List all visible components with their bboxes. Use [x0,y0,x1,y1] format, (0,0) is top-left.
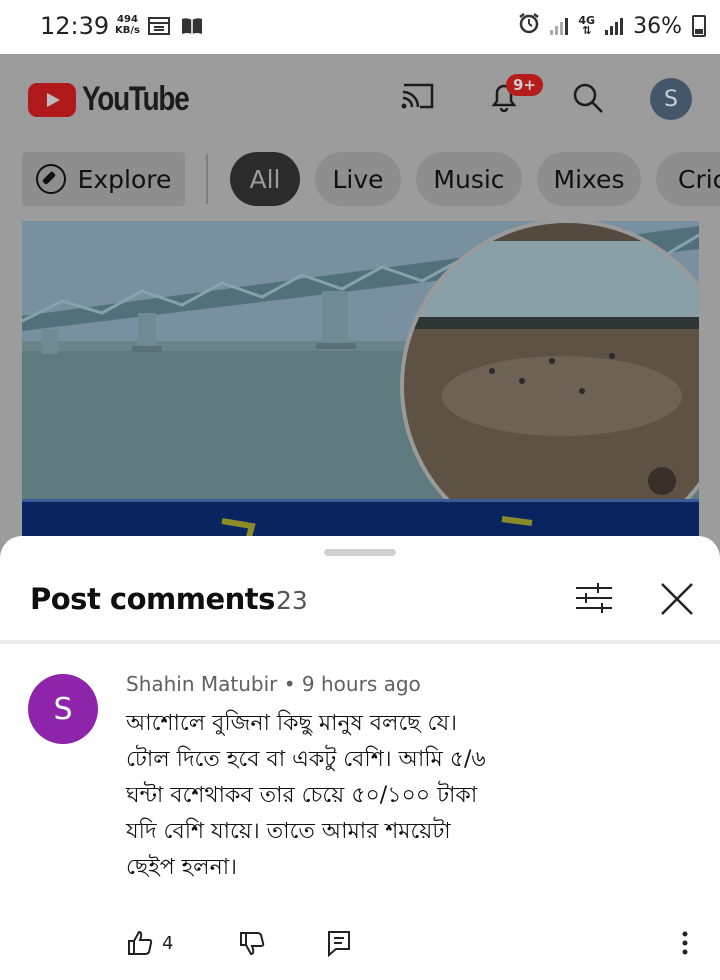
network-type: 4G ⇅ [578,14,596,37]
chip-cricket[interactable]: Cric [656,152,720,206]
thumbs-down-icon [240,932,265,956]
like-count: 4 [162,932,174,954]
comments-sheet: Post comments 23 S Shahin Matubir • 9 ho… [0,536,720,980]
youtube-home: YouTube 9+ S Explore All Live Music Mixe… [0,54,720,544]
chip-live[interactable]: Live [315,152,401,206]
sheet-drag-handle[interactable] [324,549,396,556]
like-button[interactable]: 4 [126,928,173,958]
thumbs-up-icon [128,930,153,955]
chip-music[interactable]: Music [416,152,522,206]
search-icon[interactable] [570,80,606,116]
reply-button[interactable] [326,928,352,958]
chip-all[interactable]: All [230,152,300,206]
signal-icon-1 [550,17,569,35]
video-thumbnail[interactable] [22,221,699,544]
close-icon[interactable] [658,580,696,618]
youtube-play-icon [28,82,76,117]
battery-icon [692,15,706,37]
commenter-avatar[interactable]: S [28,674,98,744]
network-speed-unit: KB/s [115,25,140,36]
youtube-logo-text: YouTube [82,80,190,118]
account-avatar[interactable]: S [650,78,692,120]
chip-mixes-label: Mixes [553,164,625,194]
comment-count: 23 [276,586,308,615]
youtube-header: YouTube 9+ S [0,54,720,140]
comment-meta: Shahin Matubir • 9 hours ago [126,672,421,696]
sheet-title: Post comments [30,582,275,616]
cast-icon[interactable] [400,82,436,110]
chip-mixes[interactable]: Mixes [537,152,641,206]
compass-icon [35,164,66,194]
meta-separator: • [283,672,296,696]
battery-percent: 36% [633,13,682,39]
network-type-label: 4G [578,14,596,27]
network-speed: 494 KB/s [115,14,140,36]
chip-all-label: All [249,164,281,194]
comment-time: 9 hours ago [301,672,421,696]
filter-chips: Explore All Live Music Mixes Cric [0,152,720,206]
sheet-divider [0,640,720,644]
comment-actions: 4 [126,928,696,958]
alarm-icon [518,12,540,40]
comment-text: আশোলে বুজিনা কিছু মানুষ বলছে যে। টোল দিত… [126,711,486,880]
network-speed-value: 494 [117,14,138,25]
chip-explore-label: Explore [77,164,172,194]
status-bar: 12:39 494 KB/s 4G ⇅ 36% [0,0,720,54]
status-right: 4G ⇅ 36% [518,12,706,40]
reply-icon [328,931,350,957]
thumbnail-image [22,221,699,544]
notification-badge: 9+ [506,74,544,96]
calendar-icon [148,16,170,41]
book-icon [180,16,204,41]
more-options-icon[interactable] [680,930,690,956]
chip-cricket-label: Cric [678,164,720,194]
chip-explore[interactable]: Explore [22,152,185,206]
chip-music-label: Music [433,164,505,194]
chip-live-label: Live [332,164,384,194]
sort-filter-icon[interactable] [574,582,614,614]
dislike-button[interactable] [238,928,266,958]
youtube-logo[interactable]: YouTube [28,80,212,119]
signal-icon-2 [605,17,624,35]
chips-divider [206,154,208,204]
status-time: 12:39 [40,12,110,40]
comment-author[interactable]: Shahin Matubir [126,672,277,696]
